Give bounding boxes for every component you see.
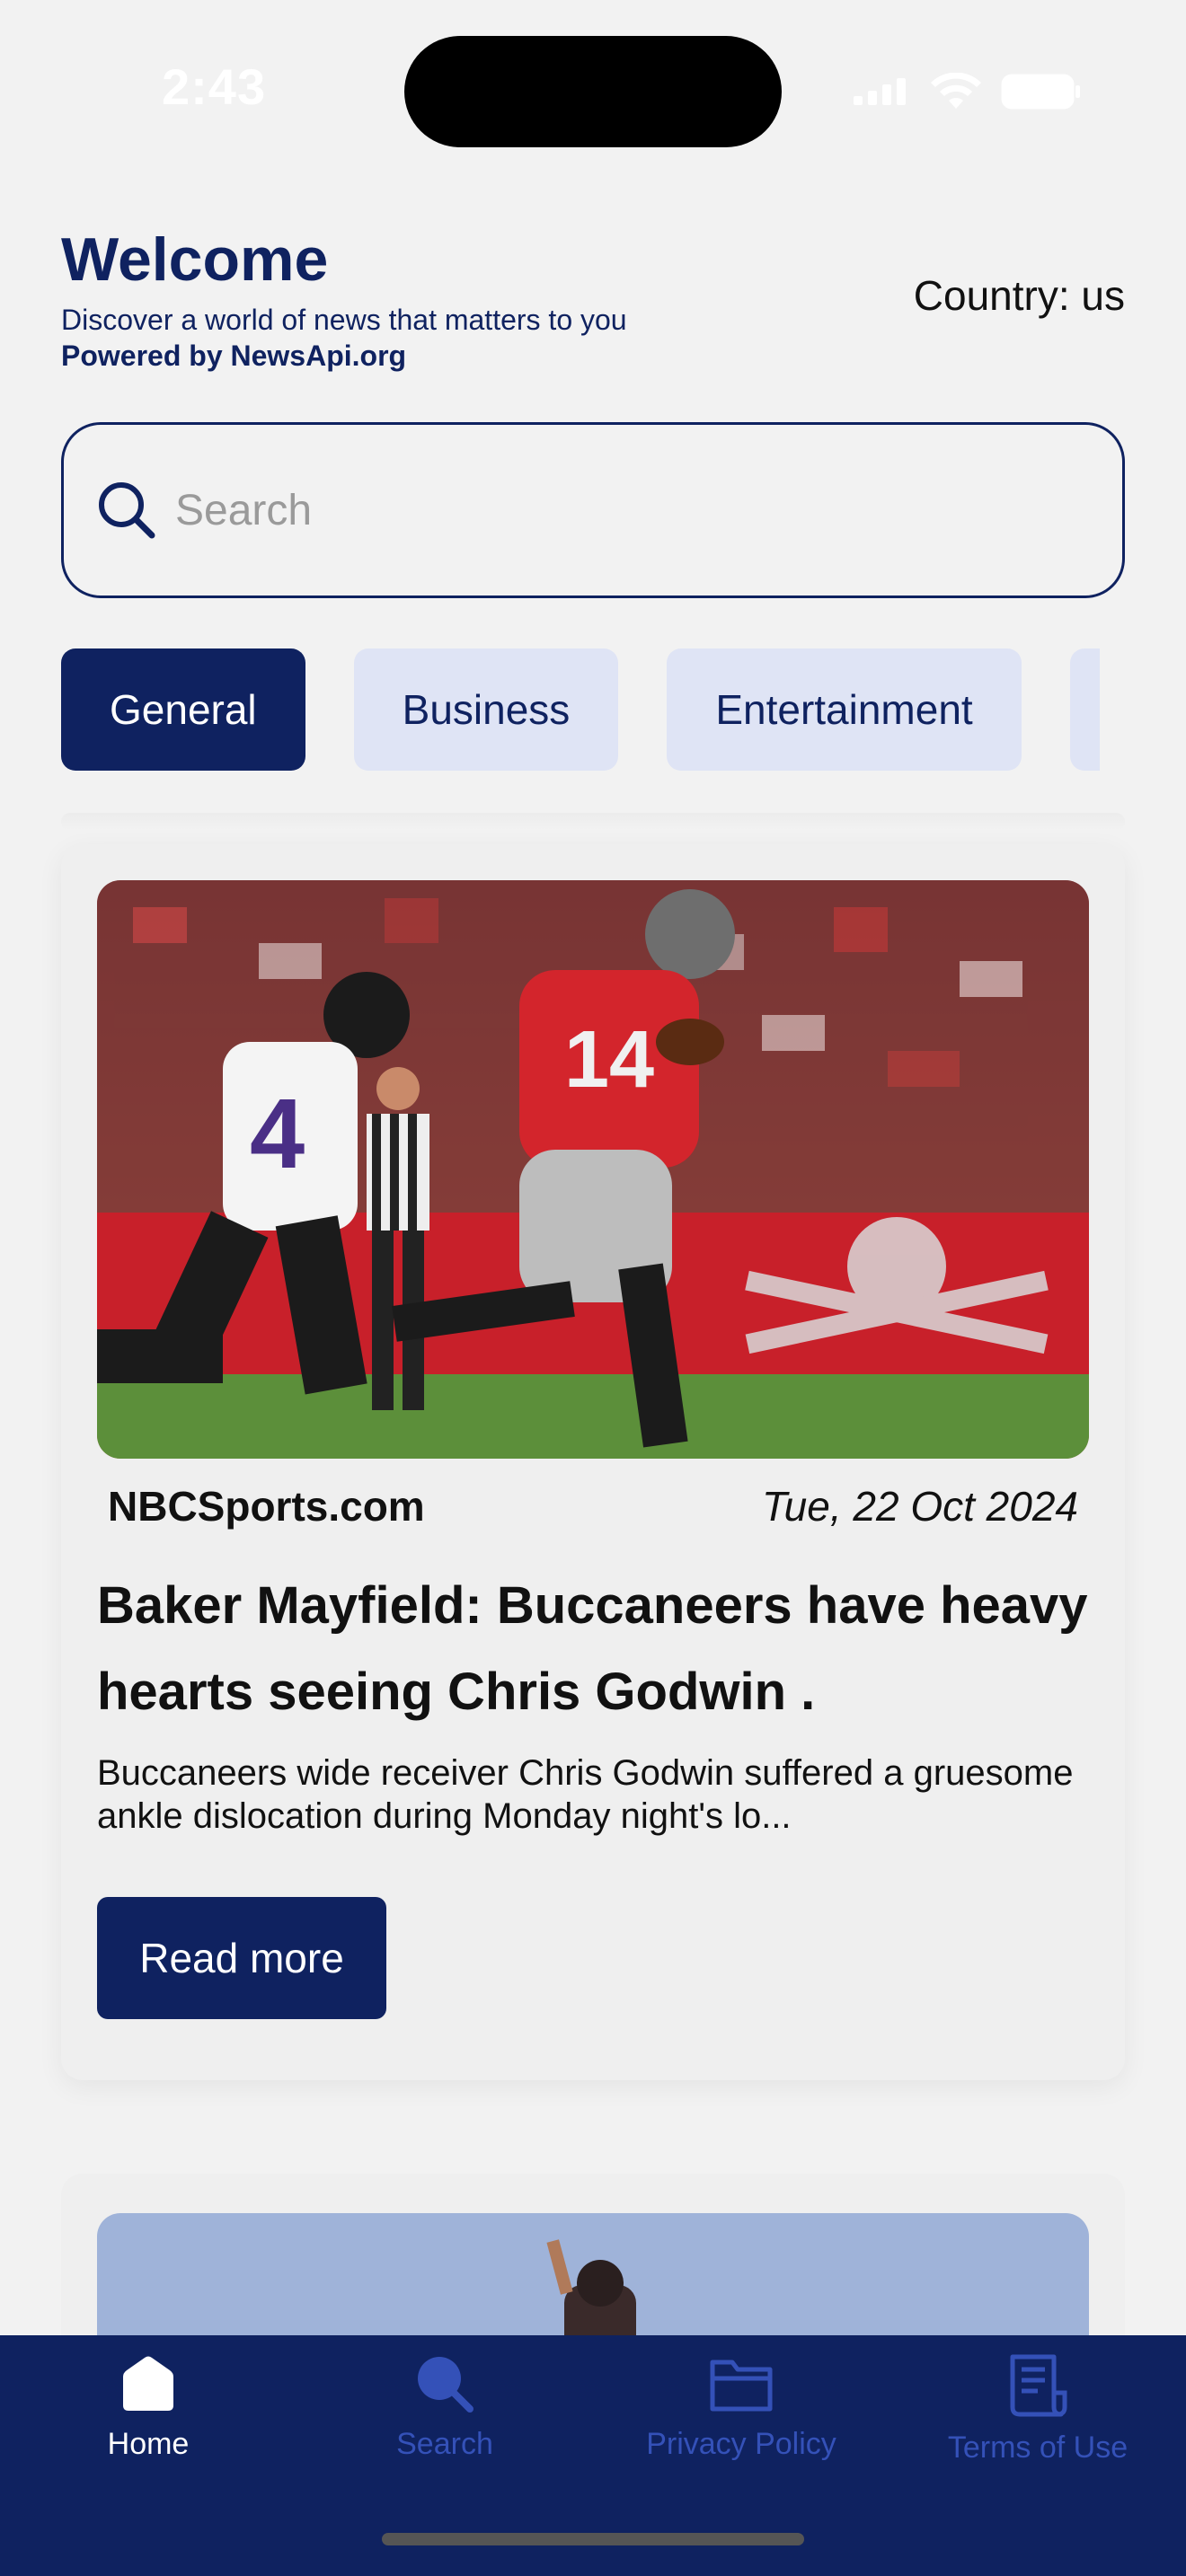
football-photo-icon: 4 14: [97, 880, 1089, 1459]
cellular-signal-icon: [854, 78, 906, 105]
category-chips: General Business Entertainment: [61, 648, 1100, 771]
article-description: Buccaneers wide receiver Chris Godwin su…: [97, 1753, 1074, 1836]
card-shadow: [61, 813, 1125, 831]
document-icon: [1010, 2354, 1067, 2417]
folder-icon: [710, 2360, 773, 2412]
article-date: Tue, 22 Oct 2024: [761, 1483, 1078, 1530]
tab-label: Home: [107, 2427, 190, 2461]
dynamic-island: [404, 36, 782, 147]
category-chip-next[interactable]: [1069, 648, 1100, 771]
category-chip-business[interactable]: Business: [353, 648, 619, 771]
search-icon: [418, 2357, 474, 2413]
home-icon: [123, 2356, 173, 2411]
search-bar[interactable]: [61, 422, 1125, 598]
tab-label: Search: [396, 2427, 493, 2461]
home-indicator[interactable]: [382, 2533, 804, 2545]
wifi-icon: [931, 73, 981, 109]
status-time: 2:43: [162, 58, 267, 115]
article-headline[interactable]: Baker Mayfield: Buccaneers have heavy he…: [97, 1563, 1089, 1735]
read-more-button[interactable]: Read more: [97, 1897, 386, 2019]
article-source: NBCSports.com: [108, 1483, 425, 1530]
article-image: 4 14: [97, 880, 1089, 1459]
tab-home[interactable]: Home: [0, 2353, 296, 2479]
status-icons: [854, 65, 1082, 119]
country-label[interactable]: Country: us: [914, 271, 1125, 320]
svg-text:4: 4: [250, 1079, 305, 1189]
tab-privacy-policy[interactable]: Privacy Policy: [593, 2353, 890, 2479]
svg-text:14: 14: [564, 1015, 654, 1105]
category-chip-general[interactable]: General: [61, 648, 305, 771]
search-icon: [99, 482, 155, 539]
tab-search[interactable]: Search: [296, 2353, 593, 2479]
tab-terms-of-use[interactable]: Terms of Use: [890, 2353, 1186, 2479]
powered-by-label: Powered by NewsApi.org: [61, 340, 407, 372]
page-subtitle: Discover a world of news that matters to…: [61, 304, 627, 336]
tab-label: Terms of Use: [947, 2430, 1128, 2465]
search-input[interactable]: [175, 485, 984, 535]
page-title: Welcome: [61, 225, 329, 294]
category-chip-entertainment[interactable]: Entertainment: [667, 648, 1022, 771]
tab-label: Privacy Policy: [646, 2427, 836, 2461]
battery-icon: [1001, 74, 1080, 110]
